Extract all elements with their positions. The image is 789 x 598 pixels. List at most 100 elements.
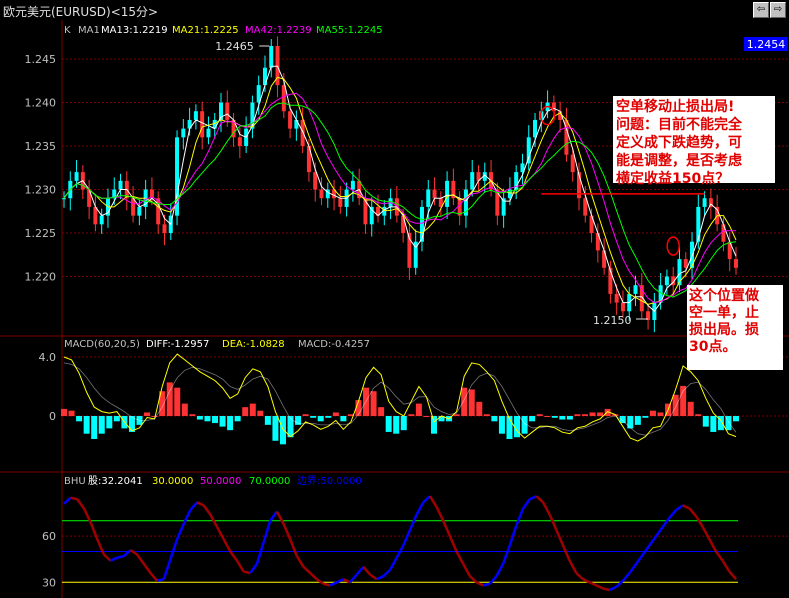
candle-body <box>664 276 669 286</box>
macd-histogram-bar <box>91 416 98 440</box>
candle-body <box>734 259 738 268</box>
macd-histogram-bar <box>544 416 551 417</box>
bhu-segment <box>243 570 251 575</box>
macd-histogram-bar <box>106 416 113 429</box>
macd-histogram-bar <box>453 414 460 416</box>
macd-histogram-bar <box>189 414 196 416</box>
macd-histogram-bar <box>76 416 83 422</box>
annotation-bottom-line: 空一单，止 <box>689 305 759 321</box>
window-title: 欧元美元(EURUSD)<15分> <box>3 5 159 19</box>
macd-histogram-bar <box>551 416 558 418</box>
candle-body <box>269 46 274 68</box>
annotation-top-line: 问题：目前不能完全 <box>616 117 742 133</box>
macd-histogram-bar <box>559 416 566 420</box>
macd-histogram-bar <box>476 401 483 416</box>
price-tick-label: 1.240 <box>25 97 57 110</box>
price-tick-label: 1.235 <box>25 140 57 153</box>
macd-histogram-bar <box>219 416 226 427</box>
macd-histogram-bar <box>61 408 67 416</box>
macd-histogram-bar <box>702 416 709 427</box>
macd-tick-label: 4.0 <box>39 351 57 364</box>
macd-histogram-bar <box>536 414 543 416</box>
legend-boundary: 边界:50.0000 <box>297 475 362 487</box>
macd-histogram-bar <box>68 410 75 416</box>
candle-body <box>319 189 324 199</box>
macd-histogram-bar <box>279 416 286 445</box>
candle-body <box>193 111 198 120</box>
legend-50: 50.0000 <box>200 476 241 487</box>
annotation-bottom-line: 损出局。损 <box>689 322 759 338</box>
macd-histogram-bar <box>461 387 468 416</box>
macd-histogram-bar <box>423 416 430 417</box>
macd-histogram-bar <box>672 394 679 416</box>
price-tick-label: 1.220 <box>25 271 57 284</box>
candle-body <box>614 293 619 303</box>
macd-histogram-bar <box>642 416 649 418</box>
candle-body <box>206 128 211 138</box>
legend-macd-value: MACD:-0.4257 <box>298 339 370 350</box>
macd-histogram-bar <box>649 410 656 416</box>
bhu-segment <box>70 496 78 501</box>
macd-histogram-bar <box>498 416 505 434</box>
macd-histogram-bar <box>212 416 219 424</box>
legend-dea: DEA:-1.0828 <box>222 339 285 350</box>
macd-histogram-bar <box>242 407 249 416</box>
annotation-top-line: 能是调整，是否考虑 <box>616 153 742 169</box>
bhu-segment <box>482 582 491 587</box>
candle-body <box>702 198 707 207</box>
macd-histogram-bar <box>113 416 120 422</box>
candle-body <box>419 206 424 242</box>
macd-histogram-bar <box>415 403 422 416</box>
macd-histogram-bar <box>340 416 347 422</box>
candle-body <box>118 180 123 190</box>
legend-70: 70.0000 <box>249 476 290 487</box>
candle-body <box>350 180 355 190</box>
macd-histogram-bar <box>529 416 536 422</box>
high-price-label: 1.2465 <box>215 40 254 53</box>
candle-body <box>225 102 230 120</box>
candle-body <box>74 172 79 181</box>
bhu-segment <box>116 554 125 559</box>
title-bar: 欧元美元(EURUSD)<15分> ⇦ ⇨ <box>0 0 789 20</box>
legend-ma55: MA55:1.2245 <box>316 25 383 36</box>
candle-body <box>495 189 500 216</box>
price-tick-label: 1.225 <box>25 227 57 240</box>
macd-histogram-bar <box>264 416 271 425</box>
macd-histogram-bar <box>272 416 279 441</box>
candle-body <box>445 180 450 207</box>
bhu-segment <box>156 578 165 582</box>
prev-arrow-icon[interactable]: ⇦ <box>753 2 769 18</box>
candle-body <box>288 111 293 129</box>
candle-body <box>137 206 142 216</box>
macd-histogram-bar <box>400 416 407 431</box>
annotation-top: 空单移动止损出局! 问题：目前不能完全 定义成下跌趋势，可 能是调整，是否考虑 … <box>613 96 775 187</box>
macd-histogram-bar <box>204 416 211 422</box>
macd-histogram-bar <box>378 407 385 416</box>
candle-body <box>162 224 167 234</box>
candle-body <box>338 198 343 207</box>
annotation-bottom-line: 30点。 <box>689 339 737 355</box>
legend-ma21: MA21:1.2225 <box>172 25 239 36</box>
annotation-top-line: 空单移动止损出局! <box>616 99 735 115</box>
macd-histogram-bar <box>468 389 475 416</box>
candle-body <box>99 215 104 225</box>
legend-ma13: MA13:1.2219 <box>101 25 168 36</box>
macd-histogram-bar <box>483 414 490 416</box>
bhu-segment <box>323 582 331 587</box>
next-arrow-icon[interactable]: ⇨ <box>770 2 786 18</box>
macd-histogram-bar <box>196 416 203 420</box>
macd-histogram-bar <box>83 416 90 434</box>
legend-diff: DIFF:-1.2957 <box>146 339 209 350</box>
price-tick-label: 1.230 <box>25 184 57 197</box>
bhu-tick-label: 60 <box>42 530 56 543</box>
candle-body <box>533 119 538 138</box>
macd-histogram-bar <box>393 416 400 434</box>
candle-body <box>602 250 607 268</box>
macd-histogram-bar <box>227 416 234 431</box>
legend-macd: MACD(60,20,5) <box>64 339 140 350</box>
low-price-label: 1.2150 <box>593 314 632 327</box>
legend-ma1: MA1 <box>78 25 100 36</box>
legend-bhu-value: 股:32.2041 <box>88 475 143 487</box>
candle-body <box>696 206 701 242</box>
macd-histogram-bar <box>710 416 717 432</box>
